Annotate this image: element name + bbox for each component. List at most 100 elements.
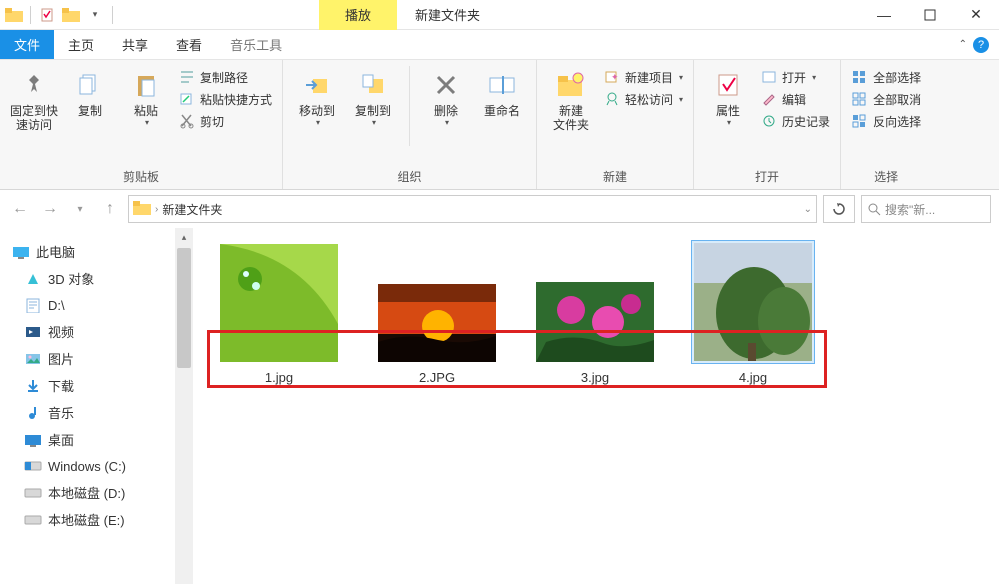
copy-path-button[interactable]: 复制路径 <box>178 68 272 86</box>
tab-file[interactable]: 文件 <box>0 30 54 59</box>
forward-button[interactable]: → <box>38 197 62 221</box>
sidebar-item[interactable]: 本地磁盘 (E:) <box>6 506 169 533</box>
quick-access-toolbar: ▾ <box>0 5 119 25</box>
cut-icon <box>178 112 196 130</box>
sidebar-item-label: 下载 <box>48 376 74 395</box>
chevron-down-icon[interactable]: ⌄ <box>804 204 812 215</box>
chevron-down-icon: ▾ <box>145 118 149 127</box>
sidebar-item-label: 本地磁盘 (D:) <box>48 483 125 502</box>
new-folder-button[interactable]: 新建 文件夹 <box>547 66 595 133</box>
tab-home[interactable]: 主页 <box>54 30 108 59</box>
file-item[interactable]: 2.JPG <box>377 282 497 385</box>
sidebar-item[interactable]: Windows (C:) <box>6 453 169 479</box>
delete-button[interactable]: 删除 ▾ <box>422 66 470 127</box>
sidebar-item-icon <box>24 511 42 529</box>
thumbnail <box>536 282 654 362</box>
sidebar-item[interactable]: 音乐 <box>6 399 169 426</box>
sidebar-item-icon <box>24 296 42 314</box>
properties-button[interactable]: 属性 ▾ <box>704 66 752 127</box>
properties-icon <box>711 68 745 102</box>
rename-icon <box>485 68 519 102</box>
folder-icon[interactable] <box>61 5 81 25</box>
history-button[interactable]: 历史记录 <box>760 112 830 130</box>
select-none-icon <box>851 90 869 108</box>
easy-access-icon <box>603 90 621 108</box>
paste-shortcut-button[interactable]: 粘贴快捷方式 <box>178 90 272 108</box>
window-controls: — ✕ <box>861 0 999 30</box>
window-title: 新建文件夹 <box>415 5 480 24</box>
copy-to-icon <box>356 68 390 102</box>
copy-button[interactable]: 复制 <box>66 66 114 118</box>
collapse-ribbon-icon[interactable]: ⌃ <box>959 39 967 50</box>
sidebar-item[interactable]: 3D 对象 <box>6 265 169 292</box>
search-input[interactable]: 搜索"新... <box>861 195 991 223</box>
file-name: 2.JPG <box>419 370 455 385</box>
scroll-up-icon[interactable]: ▴ <box>175 228 193 246</box>
sidebar-item[interactable]: 此电脑 <box>6 238 169 265</box>
file-item[interactable]: 1.jpg <box>219 242 339 385</box>
minimize-button[interactable]: — <box>861 0 907 30</box>
folder-icon <box>4 5 24 25</box>
sidebar-item[interactable]: 本地磁盘 (D:) <box>6 479 169 506</box>
scroll-thumb[interactable] <box>177 248 191 368</box>
close-button[interactable]: ✕ <box>953 0 999 30</box>
sidebar-item[interactable]: 下载 <box>6 372 169 399</box>
help-icon[interactable]: ? <box>973 37 989 53</box>
cut-button[interactable]: 剪切 <box>178 112 272 130</box>
recent-locations-button[interactable]: ▾ <box>68 197 92 221</box>
tab-music-tools[interactable]: 音乐工具 <box>216 30 296 59</box>
rename-button[interactable]: 重命名 <box>478 66 526 118</box>
history-icon <box>760 112 778 130</box>
sidebar-item-label: 桌面 <box>48 430 74 449</box>
context-tab-play[interactable]: 播放 <box>319 0 397 30</box>
ribbon: 固定到快 速访问 复制 粘贴 ▾ 复制路径 粘贴快捷方式 <box>0 60 999 190</box>
sidebar-item[interactable]: 视频 <box>6 318 169 345</box>
copy-icon <box>73 68 107 102</box>
body-area: 此电脑 3D 对象D:\视频图片下载音乐桌面 Windows (C:) 本地磁盘 (D… <box>0 228 999 584</box>
sidebar-item-label: Windows (C:) <box>48 459 126 474</box>
refresh-button[interactable] <box>823 195 855 223</box>
sidebar-item-icon <box>24 484 42 502</box>
chevron-down-icon: ▾ <box>372 118 376 127</box>
select-all-button[interactable]: 全部选择 <box>851 68 921 86</box>
maximize-button[interactable] <box>907 0 953 30</box>
file-name: 3.jpg <box>581 370 609 385</box>
properties-icon[interactable] <box>37 5 57 25</box>
sidebar-item-icon <box>24 431 42 449</box>
sidebar-item-label: 此电脑 <box>36 242 75 261</box>
breadcrumb-separator[interactable]: › <box>155 204 158 215</box>
tab-view[interactable]: 查看 <box>162 30 216 59</box>
thumbnail <box>694 243 812 361</box>
address-bar[interactable]: › 新建文件夹 ⌄ <box>128 195 817 223</box>
invert-selection-button[interactable]: 反向选择 <box>851 112 921 130</box>
ribbon-group-open: 属性 ▾ 打开 ▾ 编辑 历史记录 打开 <box>694 60 841 189</box>
scrollbar[interactable]: ▴ <box>175 228 193 584</box>
edit-button[interactable]: 编辑 <box>760 90 830 108</box>
group-label: 新建 <box>547 166 683 187</box>
sidebar-item[interactable]: 桌面 <box>6 426 169 453</box>
nav-bar: ← → ▾ ↑ › 新建文件夹 ⌄ 搜索"新... <box>0 190 999 228</box>
sidebar-item[interactable]: 图片 <box>6 345 169 372</box>
up-button[interactable]: ↑ <box>98 197 122 221</box>
easy-access-button[interactable]: 轻松访问 ▾ <box>603 90 683 108</box>
new-item-button[interactable]: ✦ 新建项目 ▾ <box>603 68 683 86</box>
content-pane[interactable]: 1.jpg 2.JPG 3.jpg 4.jpg <box>193 228 999 584</box>
breadcrumb[interactable]: 新建文件夹 <box>162 201 222 218</box>
sidebar-item[interactable]: D:\ <box>6 292 169 318</box>
file-name: 4.jpg <box>739 370 767 385</box>
file-item[interactable]: 4.jpg <box>693 240 813 385</box>
file-item[interactable]: 3.jpg <box>535 280 655 385</box>
sidebar-item-icon <box>24 457 42 475</box>
back-button[interactable]: ← <box>8 197 32 221</box>
select-none-button[interactable]: 全部取消 <box>851 90 921 108</box>
copy-to-button[interactable]: 复制到 ▾ <box>349 66 397 127</box>
chevron-down-icon[interactable]: ▾ <box>85 5 105 25</box>
title-bar: ▾ 播放 新建文件夹 — ✕ <box>0 0 999 30</box>
open-button[interactable]: 打开 ▾ <box>760 68 830 86</box>
paste-button[interactable]: 粘贴 ▾ <box>122 66 170 127</box>
move-to-button[interactable]: 移动到 ▾ <box>293 66 341 127</box>
tab-share[interactable]: 共享 <box>108 30 162 59</box>
sidebar-item-label: 本地磁盘 (E:) <box>48 510 125 529</box>
pin-button[interactable]: 固定到快 速访问 <box>10 66 58 133</box>
paste-icon <box>129 68 163 102</box>
